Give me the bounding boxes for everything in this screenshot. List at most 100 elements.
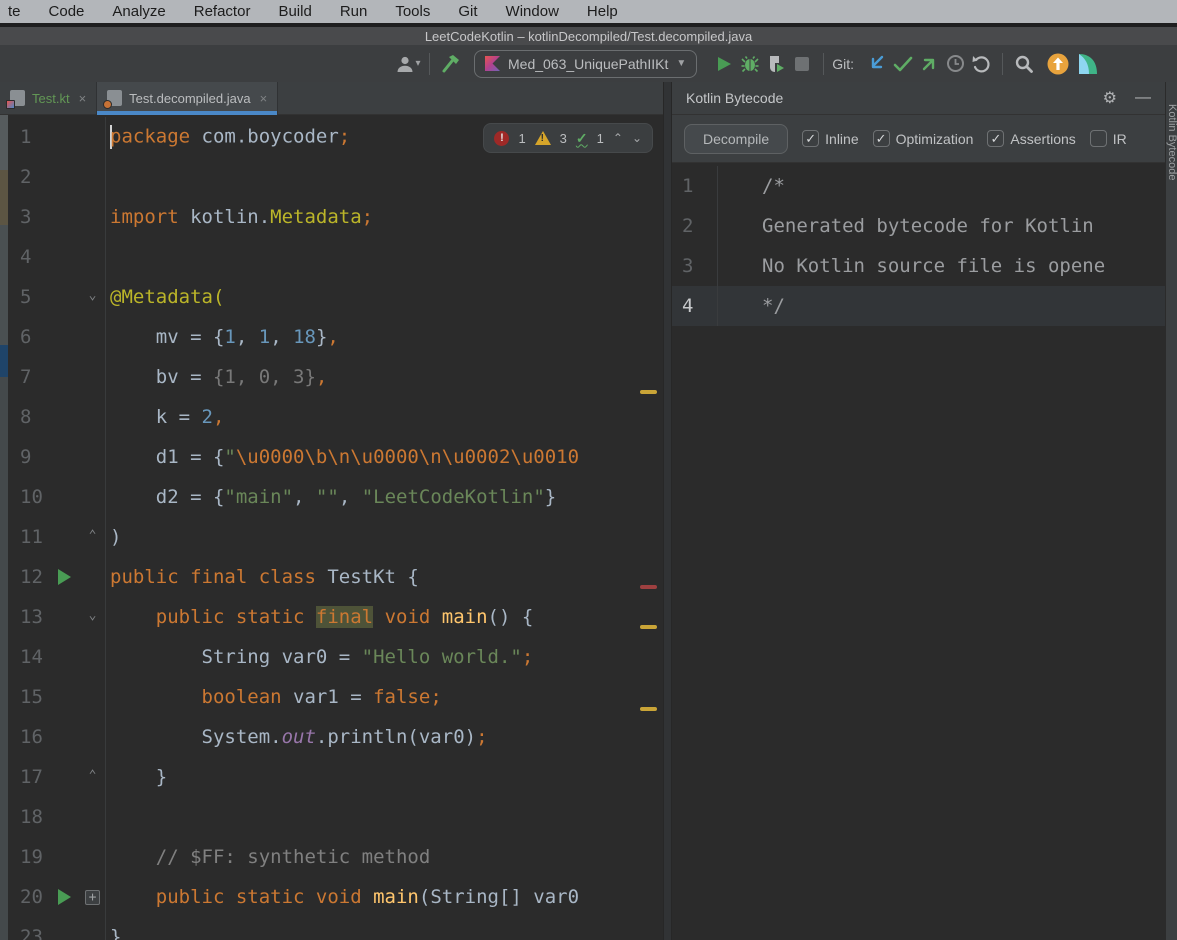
decompile-button[interactable]: Decompile xyxy=(684,124,788,154)
error-stripe-mark[interactable] xyxy=(640,390,657,394)
code-line-19[interactable]: 19 // $FF: synthetic method xyxy=(8,837,663,877)
code-line-6[interactable]: 6 mv = {1, 1, 18}, xyxy=(8,317,663,357)
code-token: } xyxy=(545,486,556,508)
code-token: " xyxy=(362,486,373,508)
checkbox-box[interactable]: ✓ xyxy=(802,130,819,147)
bytecode-viewer[interactable]: 1/*2Generated bytecode for Kotlin3No Kot… xyxy=(672,163,1165,940)
checkbox-box[interactable] xyxy=(1090,130,1107,147)
search-icon[interactable] xyxy=(1011,51,1037,77)
line-number: 2 xyxy=(672,215,700,237)
code-line-5[interactable]: 5⌄@Metadata( xyxy=(8,277,663,317)
menu-item-window[interactable]: Window xyxy=(506,3,559,20)
code-line-15[interactable]: 15 boolean var1 = false; xyxy=(8,677,663,717)
stop-button[interactable] xyxy=(789,51,815,77)
code-line-14[interactable]: 14 String var0 = "Hello world."; xyxy=(8,637,663,677)
run-with-coverage-button[interactable] xyxy=(763,51,789,77)
code-token: "main" xyxy=(224,486,293,508)
code-editor[interactable]: ! 1 3 ✓ 1 ⌃ ⌄ 1package com.boycoder;23im… xyxy=(8,115,663,940)
menu-item-build[interactable]: Build xyxy=(278,3,311,20)
checkbox-ir[interactable]: IR xyxy=(1090,130,1127,147)
close-icon[interactable]: × xyxy=(260,91,268,106)
bytecode-line-1[interactable]: 1/* xyxy=(672,166,1165,206)
menu-item-refactor[interactable]: Refactor xyxy=(194,3,251,20)
bytecode-line-4[interactable]: 4*/ xyxy=(672,286,1165,326)
menu-item-code[interactable]: Code xyxy=(49,3,85,20)
push-button[interactable] xyxy=(916,51,942,77)
menu-item-git[interactable]: Git xyxy=(458,3,477,20)
fold-start-icon[interactable]: ⌄ xyxy=(85,609,101,625)
line-number: 8 xyxy=(8,406,48,428)
run-line-icon[interactable] xyxy=(58,889,71,905)
code-line-20[interactable]: 20+ public static void main(String[] var… xyxy=(8,877,663,917)
fold-start-icon[interactable]: ⌄ xyxy=(85,289,101,305)
fold-end-icon[interactable]: ⌃ xyxy=(85,769,101,785)
menu-item-help[interactable]: Help xyxy=(587,3,618,20)
user-avatar-icon[interactable]: ▾ xyxy=(395,51,421,77)
checkbox-box[interactable]: ✓ xyxy=(987,130,1004,147)
tab-test-kt[interactable]: Test.kt× xyxy=(0,82,97,114)
code-line-8[interactable]: 8 k = 2, xyxy=(8,397,663,437)
checkbox-inline[interactable]: ✓Inline xyxy=(802,130,858,147)
checkbox-optimization[interactable]: ✓Optimization xyxy=(873,130,974,147)
close-icon[interactable]: × xyxy=(79,91,87,106)
partial-toolbar-icon[interactable] xyxy=(1073,51,1099,77)
build-hammer-icon[interactable] xyxy=(438,51,464,77)
code-token: } xyxy=(110,766,167,788)
code-token: public static void xyxy=(156,886,373,908)
run-button[interactable] xyxy=(711,51,737,77)
code-line-11[interactable]: 11⌃) xyxy=(8,517,663,557)
update-project-button[interactable] xyxy=(864,51,890,77)
bytecode-line-2[interactable]: 2Generated bytecode for Kotlin xyxy=(672,206,1165,246)
error-stripe-mark[interactable] xyxy=(640,707,657,711)
bytecode-line-3[interactable]: 3No Kotlin source file is opene xyxy=(672,246,1165,286)
code-line-18[interactable]: 18 xyxy=(8,797,663,837)
fold-expand-icon[interactable]: + xyxy=(85,890,100,905)
code-text: d2 = {"main", "", "LeetCodeKotlin"} xyxy=(106,486,663,508)
code-line-17[interactable]: 17⌃ } xyxy=(8,757,663,797)
menu-item-analyze[interactable]: Analyze xyxy=(112,3,165,20)
code-token xyxy=(110,886,156,908)
menu-item-tools[interactable]: Tools xyxy=(395,3,430,20)
code-token: "" xyxy=(316,486,339,508)
line-number: 11 xyxy=(8,526,48,548)
code-line-4[interactable]: 4 xyxy=(8,237,663,277)
code-line-16[interactable]: 16 System.out.println(var0); xyxy=(8,717,663,757)
menu-item-te[interactable]: te xyxy=(8,3,21,20)
code-token: false xyxy=(373,686,430,708)
code-token: String var0 = xyxy=(110,646,362,668)
toolwindow-stripe[interactable]: Kotlin Bytecode xyxy=(1165,82,1177,940)
menu-item-run[interactable]: Run xyxy=(340,3,368,20)
minimize-icon[interactable]: — xyxy=(1135,89,1151,107)
history-clock-icon[interactable] xyxy=(942,51,968,77)
line-number: 3 xyxy=(8,206,48,228)
editor-splitter[interactable] xyxy=(663,82,672,940)
checkbox-assertions[interactable]: ✓Assertions xyxy=(987,130,1075,147)
ide-update-icon[interactable] xyxy=(1045,51,1071,77)
git-label: Git: xyxy=(832,56,854,72)
code-line-7[interactable]: 7 bv = {1, 0, 3}, xyxy=(8,357,663,397)
chevron-down-icon: ▾ xyxy=(415,58,420,69)
code-token: , xyxy=(270,326,293,348)
gear-icon[interactable]: ⚙ xyxy=(1103,88,1117,108)
line-number: 16 xyxy=(8,726,48,748)
debug-button[interactable] xyxy=(737,51,763,77)
code-line-12[interactable]: 12public final class TestKt { xyxy=(8,557,663,597)
stripe-tab-kotlin-bytecode[interactable]: Kotlin Bytecode xyxy=(1166,104,1177,180)
error-stripe-mark[interactable] xyxy=(640,625,657,629)
fold-end-icon[interactable]: ⌃ xyxy=(85,529,101,545)
code-line-2[interactable]: 2 xyxy=(8,157,663,197)
code-token: kotlin. xyxy=(179,206,271,228)
code-line-23[interactable]: 23} xyxy=(8,917,663,940)
code-line-10[interactable]: 10 d2 = {"main", "", "LeetCodeKotlin"} xyxy=(8,477,663,517)
error-stripe-mark[interactable] xyxy=(640,585,657,589)
rollback-icon[interactable] xyxy=(968,51,994,77)
checkbox-box[interactable]: ✓ xyxy=(873,130,890,147)
commit-button[interactable] xyxy=(890,51,916,77)
run-configuration-select[interactable]: Med_063_UniquePathIIKt ▼ xyxy=(474,50,697,78)
code-line-13[interactable]: 13⌄ public static final void main() { xyxy=(8,597,663,637)
code-line-3[interactable]: 3import kotlin.Metadata; xyxy=(8,197,663,237)
code-token: LeetCodeKotlin xyxy=(373,486,533,508)
run-line-icon[interactable] xyxy=(58,569,71,585)
tab-test-decompiled-java[interactable]: Test.decompiled.java× xyxy=(97,82,278,114)
code-line-9[interactable]: 9 d1 = {"\u0000\b\n\u0000\n\u0002\u0010 xyxy=(8,437,663,477)
